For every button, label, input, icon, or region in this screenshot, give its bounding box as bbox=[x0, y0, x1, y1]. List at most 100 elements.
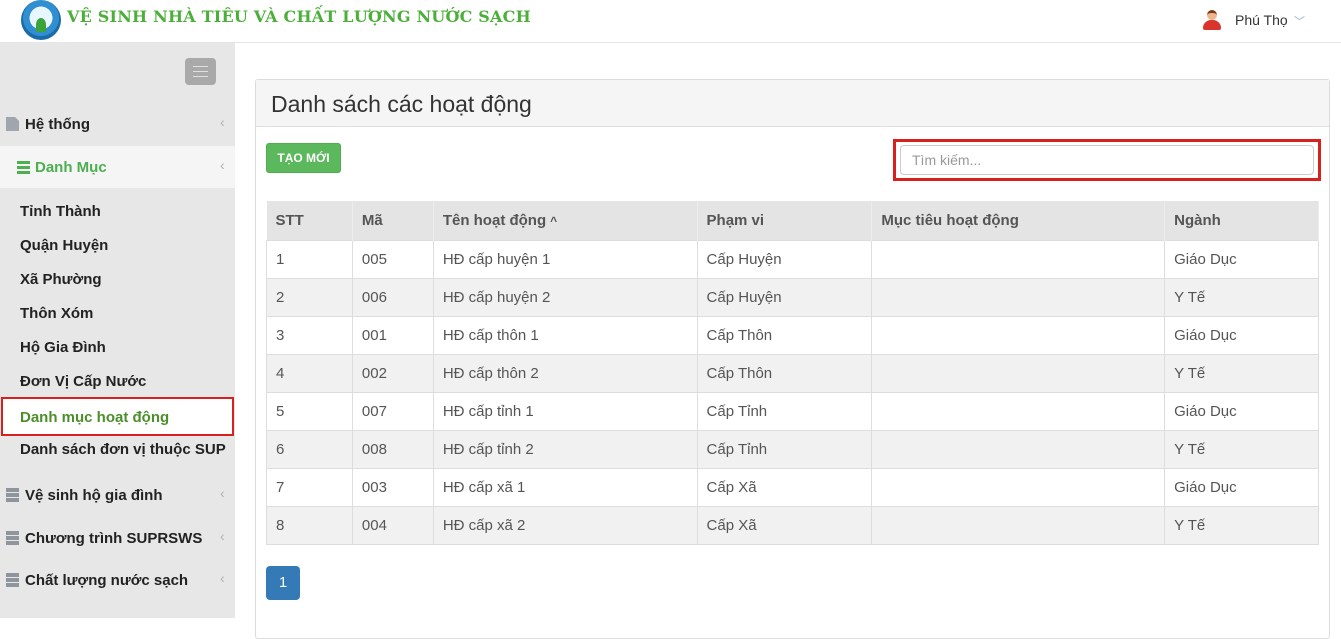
chevron-left-icon: ‹ bbox=[220, 114, 225, 130]
sidebar-item-label: Hệ thống bbox=[25, 116, 90, 133]
chevron-down-icon[interactable]: ﹀ bbox=[1294, 13, 1305, 29]
cell-stt: 3 bbox=[266, 315, 353, 355]
top-header: VỆ SINH NHÀ TIÊU VÀ CHẤT LƯỢNG NƯỚC SẠCH… bbox=[0, 0, 1341, 43]
cell-muc-tieu bbox=[871, 315, 1166, 355]
cell-muc-tieu bbox=[871, 277, 1166, 317]
cell-ma: 005 bbox=[351, 239, 434, 279]
cell-ma: 007 bbox=[351, 391, 434, 431]
search-highlight bbox=[893, 139, 1321, 181]
table-row[interactable]: 8 004 HĐ cấp xã 2 Cấp Xã Y Tế bbox=[266, 505, 1319, 545]
sidebar-item-label: Vệ sinh hộ gia đình bbox=[25, 487, 163, 504]
column-header-ma[interactable]: Mã bbox=[352, 201, 434, 240]
cell-ten-hoat-dong: HĐ cấp thôn 2 bbox=[432, 353, 698, 393]
sidebar-subitem-label: Tỉnh Thành bbox=[20, 203, 101, 220]
cell-stt: 6 bbox=[266, 429, 353, 469]
sidebar-item-ve-sinh-ho-gia-dinh[interactable]: Vệ sinh hộ gia đình ‹ bbox=[0, 476, 235, 516]
sidebar-item-chat-luong-nuoc-sach[interactable]: Chất lượng nước sạch ‹ bbox=[0, 561, 235, 601]
cell-ten-hoat-dong: HĐ cấp huyện 2 bbox=[432, 277, 698, 317]
column-header-label: Tên hoạt động bbox=[442, 211, 547, 229]
cell-nganh: Y Tế bbox=[1164, 429, 1319, 469]
sidebar-subitem-don-vi-cap-nuoc[interactable]: Đơn Vị Cấp Nước bbox=[0, 365, 235, 399]
cell-nganh: Y Tế bbox=[1164, 277, 1319, 317]
column-header-ten-hoat-dong[interactable]: Tên hoạt động ^ bbox=[433, 201, 698, 240]
column-header-stt[interactable]: STT bbox=[266, 201, 353, 240]
cell-nganh: Giáo Dục bbox=[1164, 239, 1319, 279]
table-row[interactable]: 1 005 HĐ cấp huyện 1 Cấp Huyện Giáo Dục bbox=[266, 239, 1319, 279]
pagination-page-button[interactable]: 1 bbox=[266, 566, 300, 600]
cell-muc-tieu bbox=[871, 505, 1166, 545]
cell-muc-tieu bbox=[871, 467, 1166, 507]
cell-pham-vi: Cấp Huyện bbox=[696, 239, 873, 279]
sidebar-item-he-thong[interactable]: Hệ thống ‹ bbox=[0, 105, 235, 145]
logo-icon[interactable] bbox=[21, 0, 61, 40]
user-name[interactable]: Phú Thọ bbox=[1235, 12, 1288, 28]
panel-header: Danh sách các hoạt động bbox=[256, 80, 1329, 127]
sort-ascending-icon[interactable]: ^ bbox=[550, 214, 557, 228]
create-new-button[interactable]: TẠO MỚI bbox=[266, 143, 341, 173]
cell-muc-tieu bbox=[871, 429, 1166, 469]
server-icon bbox=[6, 531, 19, 545]
list-icon bbox=[17, 161, 30, 174]
sidebar-subitem-danh-sach-don-vi-sup[interactable]: Danh sách đơn vị thuộc SUP bbox=[0, 433, 235, 467]
column-header-pham-vi[interactable]: Phạm vi bbox=[697, 201, 873, 240]
sidebar-subitem-label: Danh sách đơn vị thuộc SUP bbox=[20, 441, 226, 458]
cell-muc-tieu bbox=[871, 353, 1166, 393]
table-row[interactable]: 7 003 HĐ cấp xã 1 Cấp Xã Giáo Dục bbox=[266, 467, 1319, 507]
sidebar-subitem-label: Hộ Gia Đình bbox=[20, 339, 106, 356]
table-row[interactable]: 6 008 HĐ cấp tỉnh 2 Cấp Tỉnh Y Tế bbox=[266, 429, 1319, 469]
sidebar-item-chuong-trinh-suprsws[interactable]: Chương trình SUPRSWS ‹ bbox=[0, 519, 235, 559]
cell-ma: 002 bbox=[351, 353, 434, 393]
cell-ma: 008 bbox=[351, 429, 434, 469]
search-input[interactable] bbox=[900, 145, 1314, 175]
server-icon bbox=[6, 488, 19, 502]
sidebar-item-label: Chương trình SUPRSWS bbox=[25, 530, 203, 547]
chevron-left-icon: ‹ bbox=[220, 485, 225, 501]
cell-stt: 8 bbox=[266, 505, 353, 545]
column-header-nganh[interactable]: Ngành bbox=[1164, 201, 1319, 240]
sidebar-subitem-quan-huyen[interactable]: Quận Huyện bbox=[0, 229, 235, 263]
cell-stt: 5 bbox=[266, 391, 353, 431]
cell-ma: 001 bbox=[351, 315, 434, 355]
cell-pham-vi: Cấp Xã bbox=[696, 467, 873, 507]
server-icon bbox=[6, 573, 19, 587]
cell-muc-tieu bbox=[871, 239, 1166, 279]
sidebar-toggle-button[interactable] bbox=[185, 58, 216, 85]
sidebar-subitem-danh-muc-hoat-dong[interactable]: Danh mục hoạt động bbox=[1, 397, 234, 436]
cell-ma: 003 bbox=[351, 467, 434, 507]
sidebar-subitem-tinh-thanh[interactable]: Tỉnh Thành bbox=[0, 195, 235, 229]
sidebar-subitem-ho-gia-dinh[interactable]: Hộ Gia Đình bbox=[0, 331, 235, 365]
cell-ten-hoat-dong: HĐ cấp xã 1 bbox=[432, 467, 698, 507]
sidebar-item-label: Chất lượng nước sạch bbox=[25, 572, 189, 589]
table-row[interactable]: 2 006 HĐ cấp huyện 2 Cấp Huyện Y Tế bbox=[266, 277, 1319, 317]
table-row[interactable]: 3 001 HĐ cấp thôn 1 Cấp Thôn Giáo Dục bbox=[266, 315, 1319, 355]
cell-ten-hoat-dong: HĐ cấp xã 2 bbox=[432, 505, 698, 545]
sidebar: Hệ thống ‹ Danh Mục ‹ Tỉnh Thành Quận Hu… bbox=[0, 43, 235, 618]
cell-pham-vi: Cấp Tỉnh bbox=[696, 429, 873, 469]
sidebar-subitem-thon-xom[interactable]: Thôn Xóm bbox=[0, 297, 235, 331]
cell-nganh: Giáo Dục bbox=[1164, 391, 1319, 431]
table-row[interactable]: 4 002 HĐ cấp thôn 2 Cấp Thôn Y Tế bbox=[266, 353, 1319, 393]
chevron-left-icon: ‹ bbox=[220, 157, 225, 173]
cell-stt: 4 bbox=[266, 353, 353, 393]
app-title: VỆ SINH NHÀ TIÊU VÀ CHẤT LƯỢNG NƯỚC SẠCH bbox=[67, 7, 531, 26]
cell-ma: 004 bbox=[351, 505, 434, 545]
document-icon bbox=[6, 117, 19, 131]
sidebar-subitem-label: Quận Huyện bbox=[20, 237, 109, 254]
cell-pham-vi: Cấp Thôn bbox=[696, 353, 873, 393]
cell-nganh: Y Tế bbox=[1164, 505, 1319, 545]
sidebar-subitem-xa-phuong[interactable]: Xã Phường bbox=[0, 263, 235, 297]
sidebar-subitem-label: Thôn Xóm bbox=[20, 305, 94, 322]
sidebar-item-danh-muc[interactable]: Danh Mục ‹ bbox=[0, 146, 235, 188]
cell-ten-hoat-dong: HĐ cấp tỉnh 2 bbox=[432, 429, 698, 469]
cell-nganh: Y Tế bbox=[1164, 353, 1319, 393]
cell-ten-hoat-dong: HĐ cấp thôn 1 bbox=[432, 315, 698, 355]
chevron-left-icon: ‹ bbox=[220, 570, 225, 586]
user-avatar-icon[interactable] bbox=[1202, 10, 1222, 30]
table-row[interactable]: 5 007 HĐ cấp tỉnh 1 Cấp Tỉnh Giáo Dục bbox=[266, 391, 1319, 431]
cell-ten-hoat-dong: HĐ cấp huyện 1 bbox=[432, 239, 698, 279]
cell-pham-vi: Cấp Thôn bbox=[696, 315, 873, 355]
activity-table: STT Mã Tên hoạt động ^ Phạm vi Mục tiêu h… bbox=[266, 201, 1319, 545]
cell-pham-vi: Cấp Huyện bbox=[696, 277, 873, 317]
sidebar-subitem-label: Đơn Vị Cấp Nước bbox=[20, 373, 147, 390]
column-header-muc-tieu[interactable]: Mục tiêu hoạt động bbox=[871, 201, 1166, 240]
